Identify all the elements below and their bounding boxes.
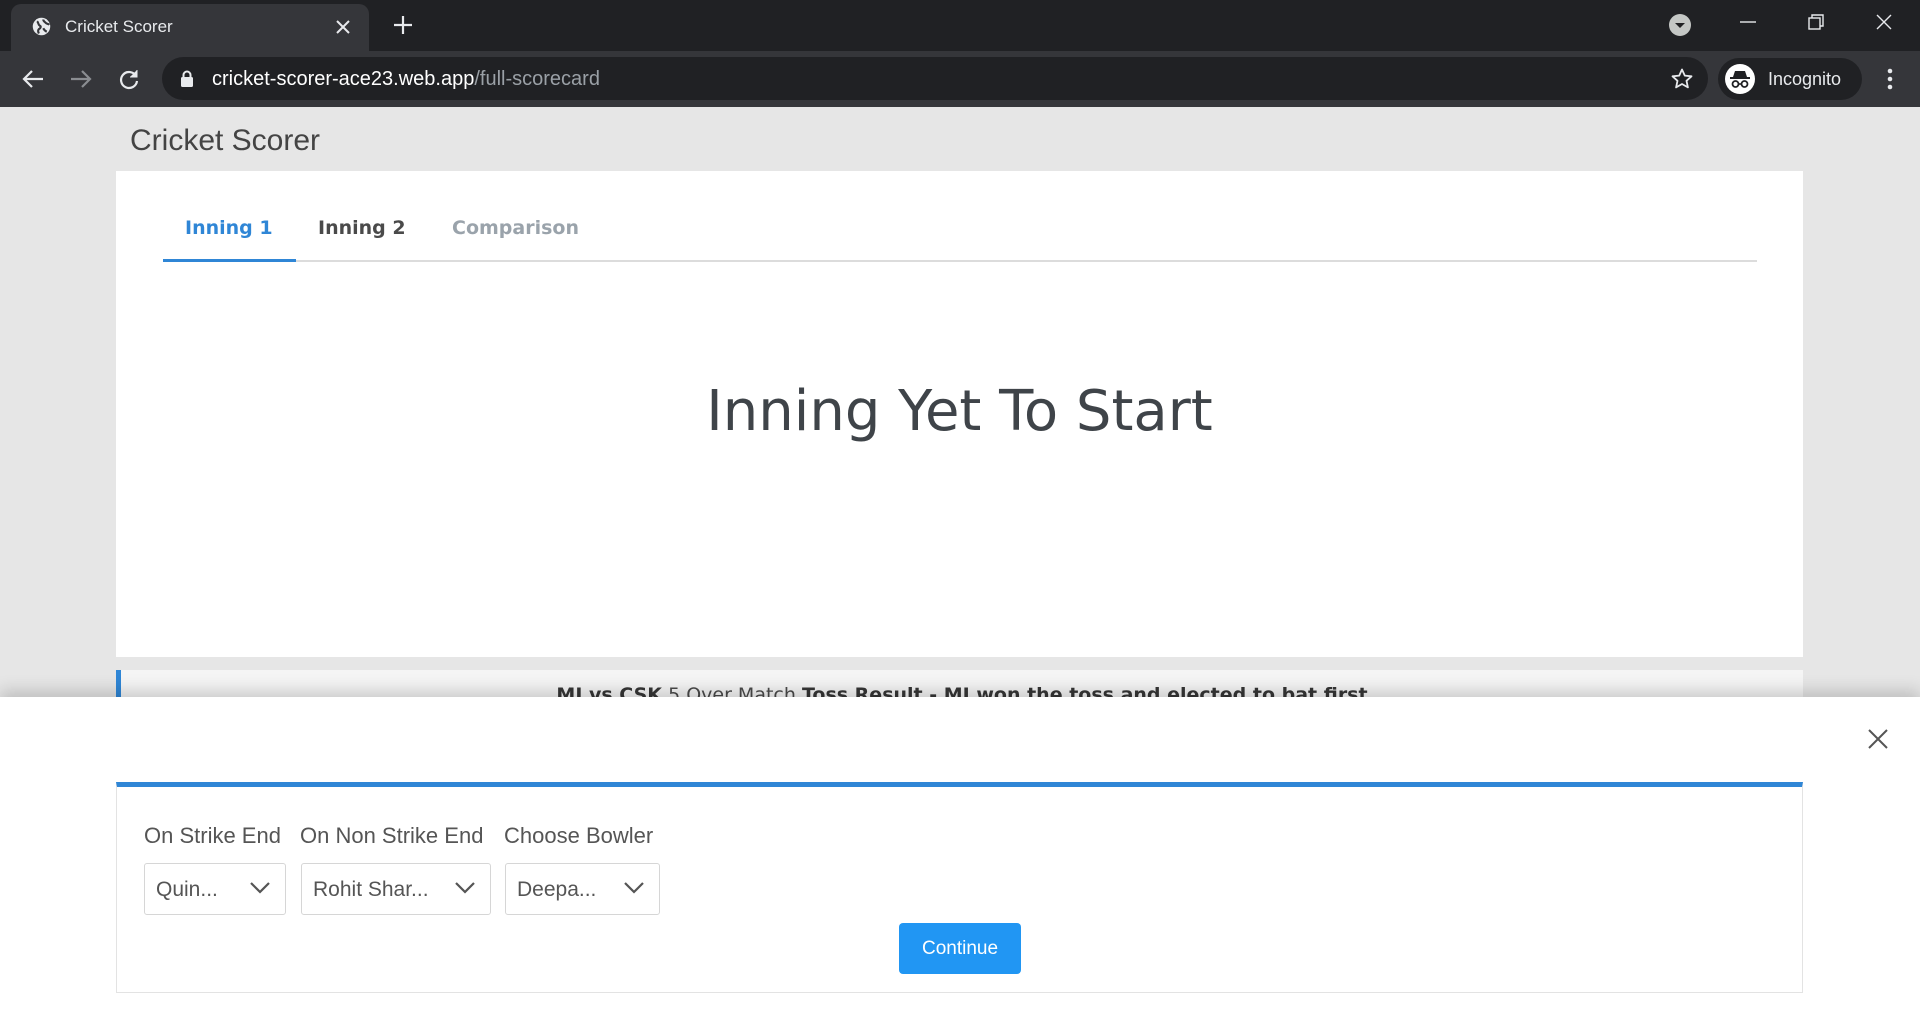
browser-tab-bar: Cricket Scorer: [0, 0, 1920, 51]
new-tab-icon[interactable]: [390, 12, 416, 38]
tab-search-icon[interactable]: [1668, 13, 1692, 37]
inning-status-message: Inning Yet To Start: [706, 379, 1213, 444]
on-strike-select[interactable]: Quin...: [144, 863, 286, 915]
close-window-icon[interactable]: [1868, 8, 1900, 36]
tab-inning-2[interactable]: Inning 2: [318, 217, 406, 239]
bowler-label: Choose Bowler: [504, 823, 654, 848]
browser-toolbar: cricket-scorer-ace23.web.app/full-scorec…: [0, 51, 1920, 107]
player-selection-sheet: On Strike End Quin... On Non Strike End …: [0, 697, 1920, 1020]
non-strike-label: On Non Strike End: [300, 823, 484, 848]
close-sheet-icon[interactable]: [1864, 725, 1892, 753]
browser-tab[interactable]: Cricket Scorer: [11, 4, 369, 51]
url-text: cricket-scorer-ace23.web.app/full-scorec…: [212, 68, 600, 91]
incognito-badge[interactable]: Incognito: [1718, 58, 1862, 100]
incognito-icon: [1725, 64, 1755, 94]
on-strike-label: On Strike End: [144, 823, 281, 848]
reload-icon[interactable]: [115, 65, 143, 93]
close-tab-icon[interactable]: [331, 15, 355, 39]
chevron-down-icon: [455, 882, 475, 894]
incognito-label: Incognito: [1768, 69, 1842, 89]
on-strike-value: Quin...: [156, 878, 218, 901]
scorecard-card: Inning 1 Inning 2 Comparison Inning Yet …: [116, 171, 1803, 657]
forward-icon[interactable]: [67, 65, 95, 93]
minimize-icon[interactable]: [1732, 8, 1764, 36]
tab-title: Cricket Scorer: [65, 17, 173, 36]
continue-button[interactable]: Continue: [899, 923, 1021, 974]
non-strike-value: Rohit Shar...: [313, 878, 429, 901]
inning-tabs: Inning 1 Inning 2 Comparison: [163, 171, 1757, 262]
restore-icon[interactable]: [1800, 8, 1832, 36]
tab-comparison[interactable]: Comparison: [452, 217, 579, 239]
player-selection-panel: On Strike End Quin... On Non Strike End …: [116, 782, 1803, 993]
bookmark-star-icon[interactable]: [1670, 67, 1694, 91]
back-icon[interactable]: [19, 65, 47, 93]
active-tab-indicator: [163, 259, 296, 262]
bowler-value: Deepa...: [517, 878, 597, 901]
tab-inning-1[interactable]: Inning 1: [185, 217, 273, 239]
lock-icon: [181, 70, 193, 87]
address-bar[interactable]: cricket-scorer-ace23.web.app/full-scorec…: [162, 57, 1708, 100]
globe-icon: [32, 17, 51, 36]
bowler-select[interactable]: Deepa...: [505, 863, 660, 915]
chevron-down-icon: [624, 882, 644, 894]
non-strike-select[interactable]: Rohit Shar...: [301, 863, 491, 915]
app-title: Cricket Scorer: [130, 124, 321, 157]
browser-menu-icon[interactable]: [1876, 65, 1904, 93]
url-host: cricket-scorer-ace23.web.app: [212, 68, 475, 90]
chevron-down-icon: [250, 882, 270, 894]
url-path: /full-scorecard: [474, 68, 600, 90]
